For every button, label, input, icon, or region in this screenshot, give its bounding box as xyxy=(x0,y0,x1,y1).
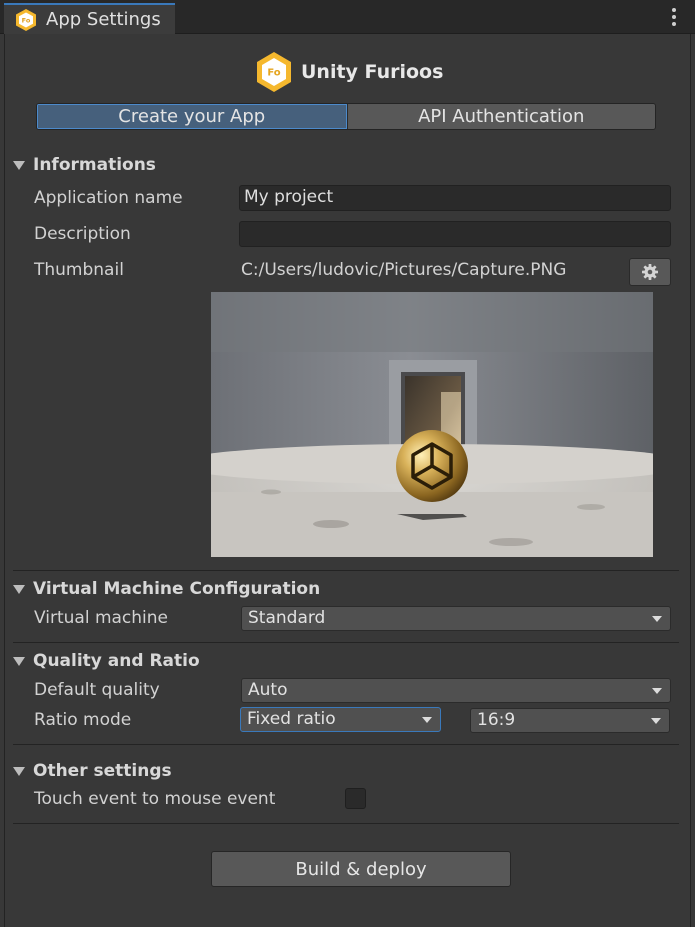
svg-text:Fo: Fo xyxy=(22,16,31,24)
build-deploy-button[interactable]: Build & deploy xyxy=(211,851,511,887)
vm-foldout[interactable]: Virtual Machine Configuration xyxy=(13,579,320,599)
chevron-down-icon xyxy=(652,616,662,622)
brand-name: Unity Furioos xyxy=(301,61,444,83)
chevron-down-icon xyxy=(651,718,661,724)
section-divider xyxy=(13,744,679,745)
description-label: Description xyxy=(34,224,131,244)
brand-logo: Fo Unity Furioos xyxy=(255,50,443,94)
thumbnail-browse-button[interactable] xyxy=(629,258,671,286)
furioos-logo-icon: Fo xyxy=(16,8,36,31)
section-title: Informations xyxy=(33,155,156,175)
thumbnail-label: Thumbnail xyxy=(34,260,124,280)
thumbnail-preview xyxy=(211,292,653,557)
furioos-logo-icon: Fo xyxy=(257,52,291,92)
more-options-icon[interactable] xyxy=(671,8,677,26)
window-tab-bar: Fo App Settings xyxy=(0,0,695,34)
thumbnail-path: C:/Users/ludovic/Pictures/Capture.PNG xyxy=(241,260,567,280)
foldout-arrow-icon xyxy=(13,656,25,666)
tab-create-your-app[interactable]: Create your App xyxy=(37,104,347,129)
dropdown-value: 16:9 xyxy=(477,710,516,730)
tab-title: App Settings xyxy=(46,9,161,30)
foldout-arrow-icon xyxy=(13,160,25,170)
section-divider xyxy=(13,642,679,643)
section-title: Other settings xyxy=(33,761,172,781)
other-settings-foldout[interactable]: Other settings xyxy=(13,761,172,781)
description-field[interactable] xyxy=(239,221,671,247)
thumbnail-scene-image xyxy=(211,292,653,557)
dropdown-value: Fixed ratio xyxy=(247,709,336,729)
foldout-arrow-icon xyxy=(13,766,25,776)
mode-tabs: Create your App API Authentication xyxy=(36,103,656,130)
app-name-field[interactable]: My project xyxy=(239,185,671,211)
quality-foldout[interactable]: Quality and Ratio xyxy=(13,651,200,671)
chevron-down-icon xyxy=(422,717,432,723)
touch-event-checkbox[interactable] xyxy=(345,788,366,809)
dropdown-value: Standard xyxy=(248,608,326,628)
section-title: Virtual Machine Configuration xyxy=(33,579,321,599)
chevron-down-icon xyxy=(652,688,662,694)
section-title: Quality and Ratio xyxy=(33,651,200,671)
touch-event-label: Touch event to mouse event xyxy=(34,789,276,809)
svg-text:Fo: Fo xyxy=(267,68,280,79)
section-divider xyxy=(13,570,679,571)
tab-app-settings[interactable]: Fo App Settings xyxy=(4,3,175,34)
foldout-arrow-icon xyxy=(13,584,25,594)
app-settings-panel: Fo Unity Furioos Create your App API Aut… xyxy=(4,34,691,927)
app-name-label: Application name xyxy=(34,188,183,208)
ratio-mode-dropdown[interactable]: Fixed ratio xyxy=(240,707,441,732)
informations-foldout[interactable]: Informations xyxy=(13,155,156,175)
gear-icon xyxy=(642,264,658,280)
virtual-machine-label: Virtual machine xyxy=(34,608,169,628)
tab-api-authentication[interactable]: API Authentication xyxy=(346,104,655,129)
dropdown-value: Auto xyxy=(248,680,288,700)
section-divider xyxy=(13,823,679,824)
default-quality-dropdown[interactable]: Auto xyxy=(241,678,671,703)
ratio-mode-label: Ratio mode xyxy=(34,710,132,730)
virtual-machine-dropdown[interactable]: Standard xyxy=(241,606,671,631)
default-quality-label: Default quality xyxy=(34,680,160,700)
aspect-ratio-dropdown[interactable]: 16:9 xyxy=(470,708,670,733)
